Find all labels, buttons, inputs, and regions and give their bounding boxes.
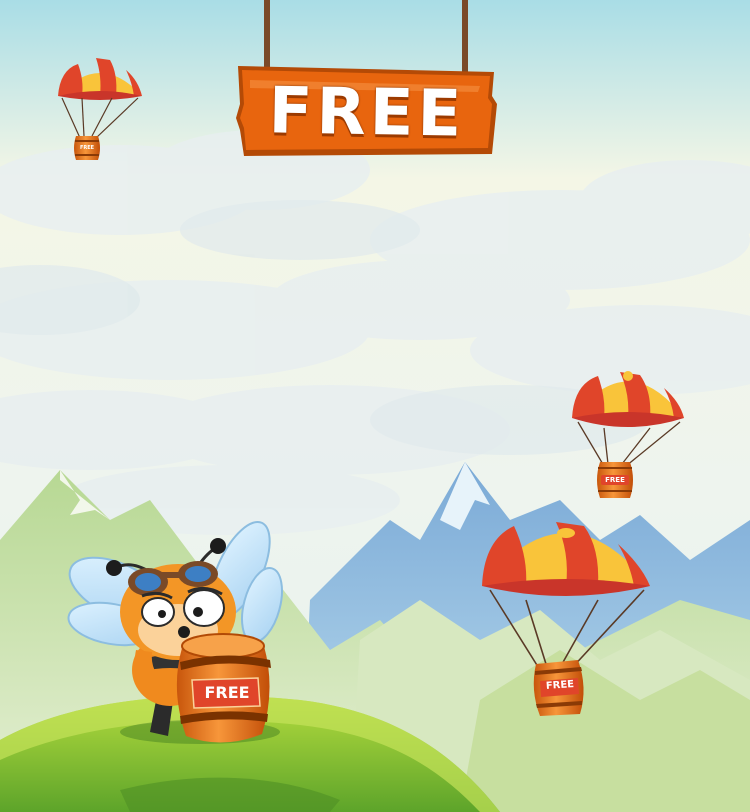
- barrel-icon: [74, 136, 100, 160]
- barrel-icon: [176, 633, 271, 743]
- game-stage: FREE FREE FREE FREE FREE: [0, 0, 750, 812]
- scene-background: [0, 0, 750, 812]
